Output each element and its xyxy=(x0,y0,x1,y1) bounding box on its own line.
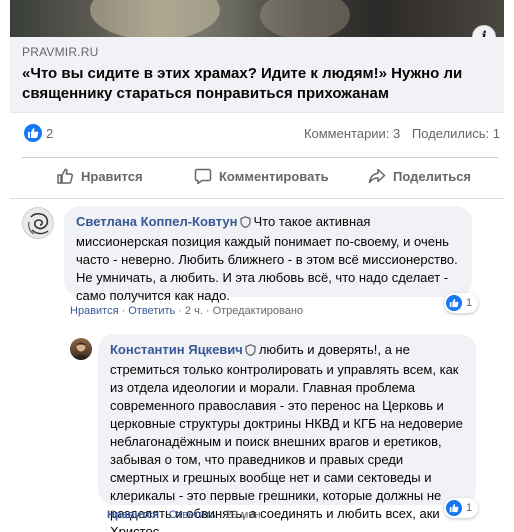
divider-top xyxy=(22,157,498,158)
like-reaction-icon xyxy=(446,500,462,516)
share-icon xyxy=(368,168,386,184)
comment-reactions[interactable]: 1 xyxy=(444,293,479,313)
comment-author[interactable]: Светлана Коппел-Ковтун xyxy=(76,214,238,229)
comment-button-label: Комментировать xyxy=(219,168,329,184)
like-reaction-icon xyxy=(446,295,462,311)
avatar-drawing-icon xyxy=(28,213,49,235)
link-preview-image[interactable]: i xyxy=(10,0,504,37)
reply-reactions[interactable]: 1 xyxy=(444,498,479,518)
share-button-label: Поделиться xyxy=(393,168,472,184)
post-actions: Нравится Комментировать Поделиться xyxy=(22,160,498,192)
link-source: PRAVMIR.RU xyxy=(22,45,99,59)
reply-author[interactable]: Константин Яцкевич xyxy=(110,342,243,357)
reply-meta: Нравится · Ответить · 29 мин. xyxy=(107,509,264,521)
image-highlight xyxy=(90,0,220,37)
reactions-summary: 2 Комментарии: 3 Поделились: 1 xyxy=(24,124,500,146)
reply-time[interactable]: 29 мин. xyxy=(225,509,263,521)
comment-meta: Нравится · Ответить · 2 ч. · Отредактировано xyxy=(70,305,304,317)
engagement-counts: Комментарии: 3 Поделились: 1 xyxy=(304,126,500,141)
shield-badge-icon xyxy=(239,215,251,233)
avatar-photo-icon xyxy=(73,342,89,360)
link-title[interactable]: «Что вы сидите в этих храмах? Идите к лю… xyxy=(22,64,492,104)
comment-reaction-count: 1 xyxy=(466,297,473,309)
avatar[interactable] xyxy=(70,338,92,360)
comment-icon xyxy=(194,168,212,185)
link-preview[interactable]: PRAVMIR.RU «Что вы сидите в этих храмах?… xyxy=(10,37,504,113)
comment-time[interactable]: 2 ч. xyxy=(185,305,203,317)
reply-reply-link[interactable]: Ответить xyxy=(169,509,216,521)
reply-reaction-count: 1 xyxy=(466,502,473,514)
like-button-label: Нравится xyxy=(81,168,143,184)
share-button[interactable]: Поделиться xyxy=(368,160,471,192)
comment-edited[interactable]: Отредактировано xyxy=(213,305,304,317)
comment-like-link[interactable]: Нравится xyxy=(70,305,119,317)
reply-bubble: Константин Яцкевич любить и доверять!, а … xyxy=(98,334,476,532)
image-highlight-2 xyxy=(260,0,350,37)
like-reaction-icon[interactable] xyxy=(24,124,42,142)
comment-reply-link[interactable]: Ответить xyxy=(128,305,175,317)
share-count[interactable]: Поделились: 1 xyxy=(412,126,500,141)
reply-like-link[interactable]: Нравится xyxy=(107,509,159,521)
comment-bubble: Светлана Коппел-Ковтун Что такое активная… xyxy=(64,206,472,303)
like-button[interactable]: Нравится xyxy=(56,160,143,192)
comment-count[interactable]: Комментарии: 3 xyxy=(304,126,400,141)
shield-badge-icon xyxy=(245,343,256,361)
info-icon[interactable]: i xyxy=(472,25,496,37)
comments-section: Светлана Коппел-Ковтун Что такое активная… xyxy=(10,198,504,532)
like-count[interactable]: 2 xyxy=(46,126,53,141)
thumbs-up-icon xyxy=(57,168,74,184)
reply-text: любить и доверять!, а не стремиться толь… xyxy=(110,342,463,532)
avatar[interactable] xyxy=(22,207,54,239)
comment-button[interactable]: Комментировать xyxy=(194,160,329,192)
